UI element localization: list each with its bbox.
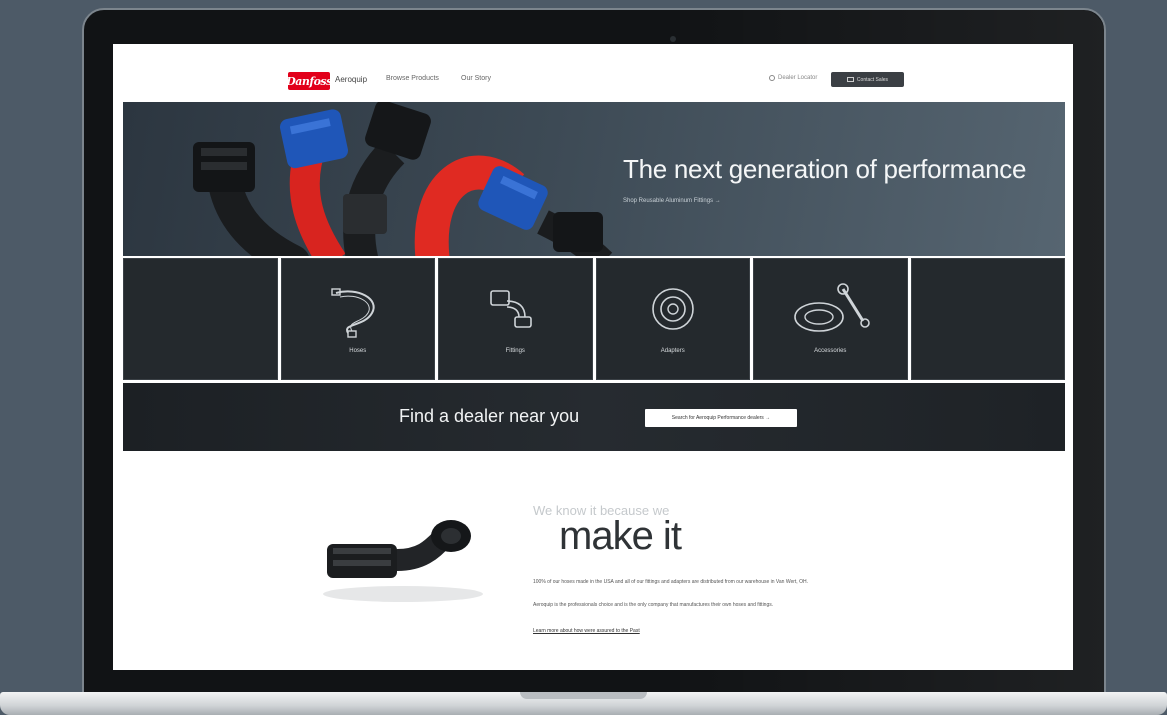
dealer-locator-link[interactable]: Dealer Locator: [769, 75, 817, 81]
hose-icon: [331, 288, 375, 338]
category-tile-accessories[interactable]: Accessories: [753, 258, 908, 380]
category-label: Adapters: [660, 348, 685, 354]
mail-icon: [846, 77, 854, 82]
hero-title: The next generation of performance: [623, 154, 1027, 184]
dealer-search-button[interactable]: Search for Aeroquip Performance dealers …: [645, 409, 797, 427]
adapter-icon: [651, 288, 694, 330]
make-it-learn-more-link[interactable]: Learn more about how were assured to the…: [533, 628, 640, 634]
base-notch: [520, 692, 647, 699]
fitting-icon: [490, 290, 533, 328]
make-it-paragraph-1: 100% of our hoses made in the USA and al…: [533, 579, 808, 585]
fitting-product-image: [323, 520, 483, 602]
accessories-icon: [794, 283, 871, 332]
category-tile-hoses[interactable]: Hoses: [280, 258, 435, 380]
contact-sales-label: Contact Sales: [856, 76, 889, 83]
category-label: Hoses: [349, 348, 367, 354]
dealer-finder-strip: Find a dealer near you Search for Aeroqu…: [123, 383, 1065, 451]
website-screen: Danfoss Aeroquip Browse Products Our Sto…: [113, 44, 1073, 670]
brand-logo[interactable]: Danfoss: [286, 72, 332, 90]
make-it-paragraph-2: Aeroquip is the professionals choice and…: [533, 602, 774, 608]
tile-empty-left: [123, 258, 278, 380]
category-tile-adapters[interactable]: Adapters: [595, 258, 750, 380]
make-it-headline: make it: [559, 514, 682, 558]
nav-our-story[interactable]: Our Story: [461, 75, 491, 82]
category-label: Fittings: [505, 348, 525, 354]
hero-shop-link[interactable]: Shop Reusable Aluminum Fittings →: [623, 198, 721, 204]
hero-banner: The next generation of performance Shop …: [123, 102, 1065, 256]
search-icon: [769, 75, 775, 81]
contact-sales-button[interactable]: Contact Sales: [831, 72, 904, 87]
hose-fittings-image: [193, 102, 613, 256]
camera: [670, 36, 676, 42]
category-tile-fittings[interactable]: Fittings: [438, 258, 593, 380]
dealer-locator-label: Dealer Locator: [778, 75, 818, 81]
brand-mark: Danfoss: [286, 74, 332, 88]
nav-browse-products[interactable]: Browse Products: [386, 75, 439, 82]
product-name: Aeroquip: [335, 75, 368, 84]
top-nav: Danfoss Aeroquip Browse Products Our Sto…: [113, 44, 1073, 102]
category-tiles: Hoses Fittings Adapters Accessories: [123, 258, 1065, 380]
laptop-base: [0, 692, 1167, 715]
tile-empty-right: [910, 258, 1065, 380]
category-label: Accessories: [814, 348, 847, 354]
dealer-title: Find a dealer near you: [399, 406, 580, 426]
